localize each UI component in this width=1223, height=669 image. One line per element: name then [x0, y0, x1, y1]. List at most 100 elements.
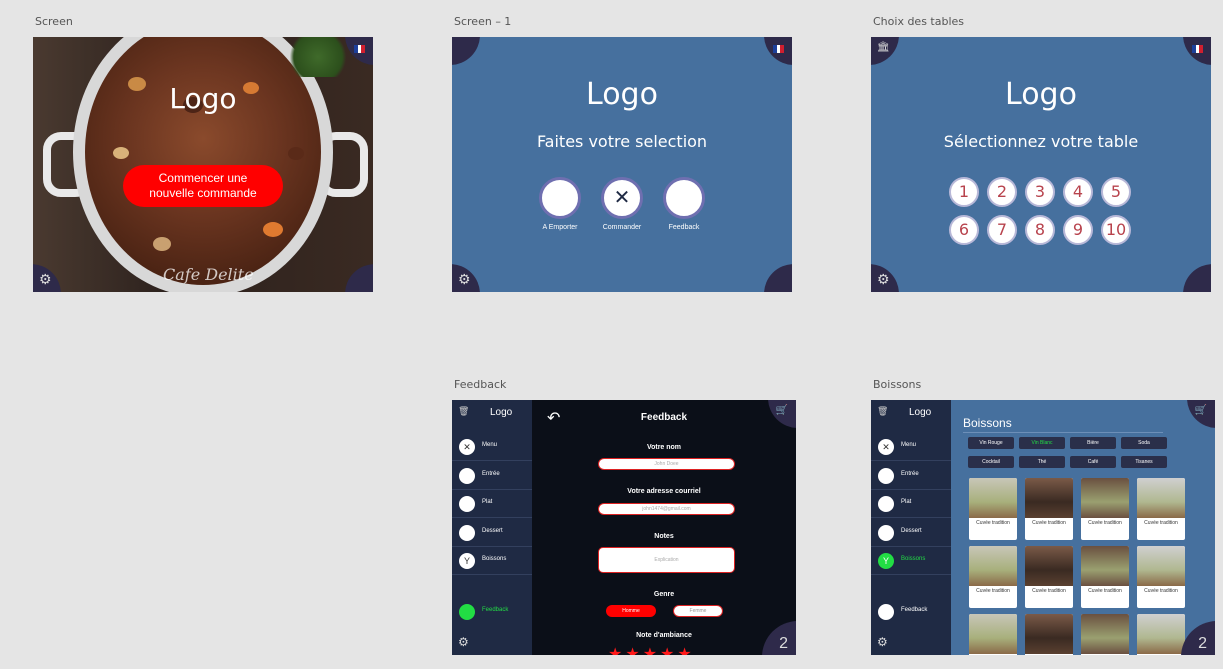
table-button-10[interactable]: 10	[1101, 215, 1131, 245]
name-label: Votre nom	[646, 444, 682, 451]
french-flag-icon[interactable]	[773, 45, 785, 53]
gear-icon[interactable]: ⚙	[458, 272, 471, 286]
cart-icon[interactable]: 🛒	[776, 405, 788, 416]
plat-icon	[459, 496, 475, 512]
product-card[interactable]	[1081, 614, 1129, 655]
feedback-label: Feedback	[668, 224, 700, 231]
product-card[interactable]: Cuvée tradition	[1025, 546, 1073, 608]
sidebar-item-menu[interactable]: ✕ Menu	[871, 433, 951, 461]
email-input[interactable]: john1474@gmail.com	[598, 503, 735, 515]
logo-text: Logo	[586, 77, 658, 112]
genre-femme-button[interactable]: Femme	[673, 605, 723, 617]
sidebar-item-plat[interactable]: Plat	[871, 490, 951, 518]
trash-icon[interactable]: 🗑	[877, 406, 888, 417]
filter-vin-blanc[interactable]: Vin Blanc	[1019, 437, 1065, 449]
product-title: Cuvée tradition	[1144, 520, 1178, 526]
sidebar-item-feedback[interactable]: Feedback	[452, 598, 532, 626]
filter-tisanes[interactable]: Tisanes	[1121, 456, 1167, 468]
filter-soda[interactable]: Soda	[1121, 437, 1167, 449]
wine-bottle-image	[1025, 478, 1073, 518]
trash-icon[interactable]: 🗑	[458, 406, 469, 417]
herbs-decoration	[283, 37, 353, 77]
start-order-button[interactable]: Commencer une nouvelle commande	[123, 165, 283, 207]
cart-count-badge: 2	[779, 635, 788, 652]
sidebar-item-entree[interactable]: Entrée	[452, 462, 532, 490]
wine-bottle-image	[969, 546, 1017, 586]
wine-bottle-image	[969, 478, 1017, 518]
filter-biere[interactable]: Bière	[1070, 437, 1116, 449]
order-button[interactable]: ✕	[601, 177, 643, 219]
product-card[interactable]: Cuvée tradition	[1137, 546, 1185, 608]
corner-bottom-right	[764, 264, 792, 292]
gear-icon[interactable]: ⚙	[39, 272, 52, 286]
table-button-8[interactable]: 8	[1025, 215, 1055, 245]
table-button-6[interactable]: 6	[949, 215, 979, 245]
title-underline	[963, 432, 1163, 433]
stew-chunk	[288, 147, 304, 160]
name-input[interactable]: John Doee	[598, 458, 735, 470]
table-button-7[interactable]: 7	[987, 215, 1017, 245]
table-button-1[interactable]: 1	[949, 177, 979, 207]
cart-icon[interactable]: 🛒	[1195, 405, 1207, 416]
filter-cafe[interactable]: Café	[1070, 456, 1116, 468]
product-title: Cuvée tradition	[1088, 588, 1122, 594]
product-card[interactable]: Cuvée tradition	[969, 478, 1017, 540]
table-button-3[interactable]: 3	[1025, 177, 1055, 207]
wine-bottle-image	[1137, 546, 1185, 586]
filter-cocktail[interactable]: Cocktail	[968, 456, 1014, 468]
feedback-title: Feedback	[640, 412, 688, 423]
french-flag-icon[interactable]	[354, 45, 366, 53]
sidebar: 🗑 Logo ✕ Menu Entrée Plat Dessert Y Boisso…	[871, 400, 951, 655]
sidebar-item-menu[interactable]: ✕ Menu	[452, 433, 532, 461]
wine-bottle-image	[1081, 478, 1129, 518]
start-order-label: Commencer une nouvelle commande	[149, 171, 257, 200]
logo-text: Logo	[1005, 77, 1077, 112]
stew-chunk	[153, 237, 171, 251]
product-card[interactable]: Cuvée tradition	[969, 546, 1017, 608]
takeaway-button[interactable]	[539, 177, 581, 219]
product-card[interactable]	[969, 614, 1017, 655]
wine-bottle-image	[1025, 614, 1073, 654]
product-card[interactable]: Cuvée tradition	[1081, 478, 1129, 540]
takeaway-label: A Emporter	[542, 224, 578, 231]
sidebar-item-boissons[interactable]: Y Boissons	[871, 547, 951, 575]
table-button-9[interactable]: 9	[1063, 215, 1093, 245]
notes-textarea[interactable]: Explication	[598, 547, 735, 573]
feedback-button[interactable]	[663, 177, 705, 219]
artboard-feedback: 🗑 Logo ✕ Menu Entrée Plat Dessert Y Boisso…	[452, 400, 796, 655]
filter-vin-rouge[interactable]: Vin Rouge	[968, 437, 1014, 449]
artboard-label-tables: Choix des tables	[873, 15, 965, 28]
sidebar-item-feedback[interactable]: Feedback	[871, 598, 951, 626]
product-card[interactable]	[1025, 614, 1073, 655]
sidebar-item-boissons[interactable]: Y Boissons	[452, 547, 532, 575]
table-button-5[interactable]: 5	[1101, 177, 1131, 207]
wine-bottle-image	[1137, 478, 1185, 518]
gear-icon[interactable]: ⚙	[877, 272, 890, 286]
table-selection-title: Sélectionnez votre table	[943, 132, 1139, 151]
filter-the[interactable]: Thé	[1019, 456, 1065, 468]
sidebar-item-plat[interactable]: Plat	[452, 490, 532, 518]
menu-icon: ✕	[878, 439, 894, 455]
sidebar-item-dessert[interactable]: Dessert	[452, 519, 532, 547]
table-button-4[interactable]: 4	[1063, 177, 1093, 207]
dessert-icon	[878, 525, 894, 541]
sidebar-item-dessert[interactable]: Dessert	[871, 519, 951, 547]
plat-icon	[878, 496, 894, 512]
corner-bottom-right	[1183, 264, 1211, 292]
product-card[interactable]	[1137, 614, 1185, 655]
genre-homme-button[interactable]: Homme	[606, 605, 656, 617]
genre-label: Genre	[653, 591, 675, 598]
rating-stars[interactable]: ★★★★★	[608, 644, 695, 655]
bank-icon[interactable]: 🏛	[877, 42, 890, 53]
artboard-screen: Logo Commencer une nouvelle commande Caf…	[33, 37, 373, 292]
gear-icon[interactable]: ⚙	[458, 635, 469, 649]
sidebar-logo: Logo	[490, 407, 513, 418]
sidebar-item-entree[interactable]: Entrée	[871, 462, 951, 490]
artboard-tables: 🏛 Logo Sélectionnez votre table 1 2 3 4 …	[871, 37, 1211, 292]
gear-icon[interactable]: ⚙	[877, 635, 888, 649]
product-card[interactable]: Cuvée tradition	[1137, 478, 1185, 540]
product-card[interactable]: Cuvée tradition	[1081, 546, 1129, 608]
table-button-2[interactable]: 2	[987, 177, 1017, 207]
french-flag-icon[interactable]	[1192, 45, 1204, 53]
product-card[interactable]: Cuvée tradition	[1025, 478, 1073, 540]
